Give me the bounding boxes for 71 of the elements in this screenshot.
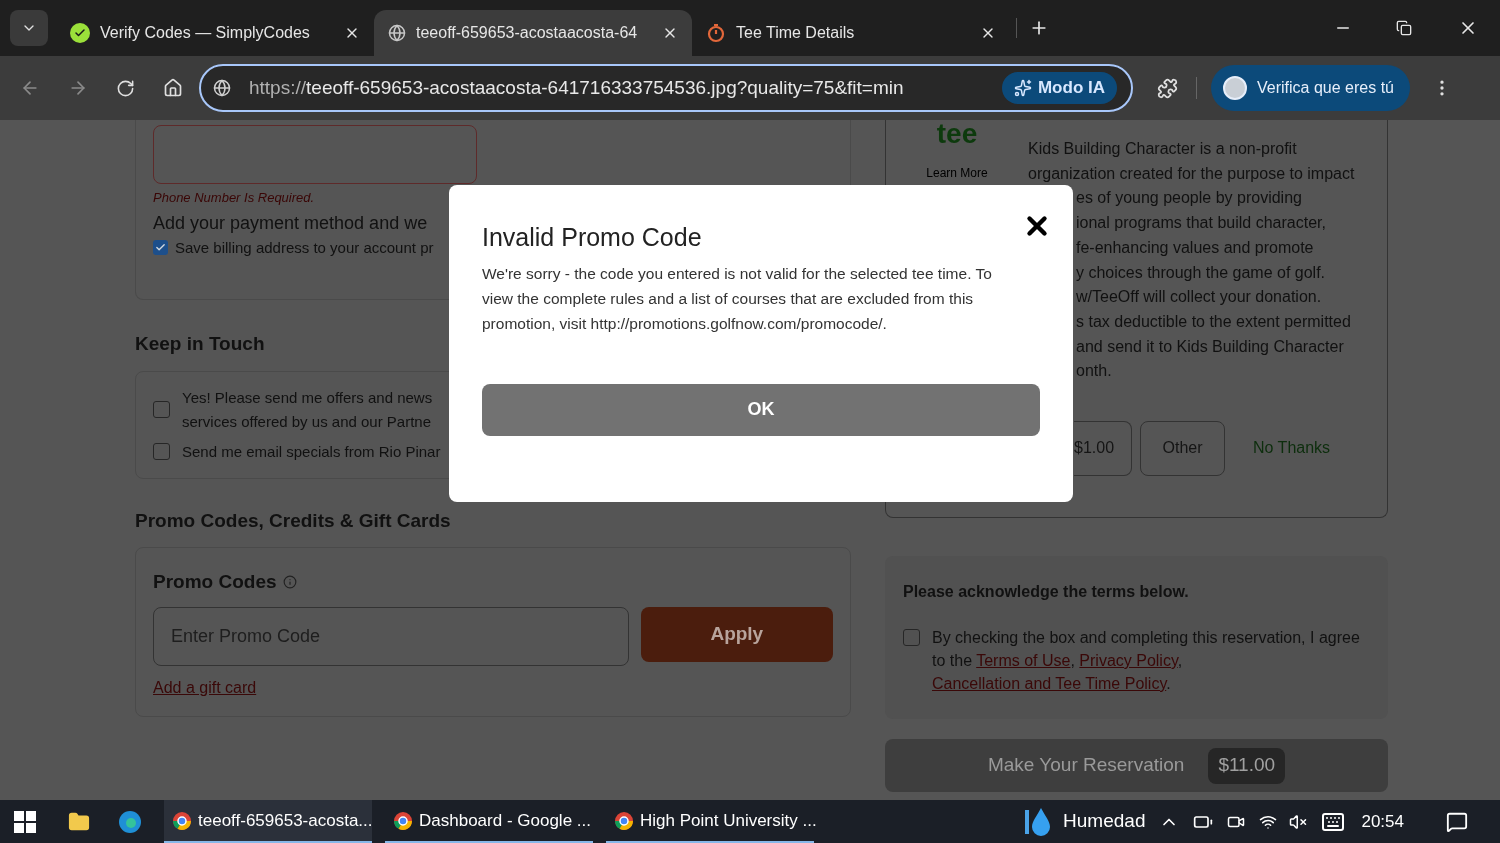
description-line: s tax deductible to the extent permitted — [1076, 311, 1351, 332]
description-line: Kids Building Character is a non-profit — [1028, 139, 1297, 159]
restore-icon[interactable] — [1396, 20, 1412, 36]
extensions-icon[interactable] — [1157, 77, 1178, 99]
browser-icon[interactable] — [118, 809, 142, 834]
site-info-icon[interactable] — [213, 79, 231, 97]
avatar-icon — [1223, 76, 1247, 100]
address-bar[interactable]: https://teeoff-659653-acostaacosta-641716333754536.jpg?quality=75&fit=min Modo IA — [199, 64, 1133, 112]
ok-button[interactable]: OK — [482, 383, 1040, 436]
terms-text: By checking the box and completing this reservation, I agree to the Terms of Use, Privacy Policy, Cancellation and Tee Time Policy. — [932, 628, 1361, 694]
description-line: organization created for the purpose to impact — [1028, 163, 1355, 184]
app-title: teeoff-659653-acosta... — [198, 809, 373, 832]
weather-label: Humedad — [1063, 809, 1146, 834]
browser-tab[interactable]: teeoff-659653-acostaacosta-64 — [374, 10, 692, 56]
sparkle-search-icon — [1013, 79, 1032, 97]
tab-title: Tee Time Details — [736, 23, 856, 43]
profile-button[interactable]: Verifica que eres tú — [1211, 65, 1410, 111]
checkbox[interactable] — [903, 629, 920, 646]
option-label: Send me email specials from Rio Pinar — [182, 441, 441, 462]
taskbar-app[interactable]: Dashboard - Google ... — [385, 800, 593, 843]
clock: 20:54 — [1361, 810, 1404, 833]
checkbox[interactable] — [153, 443, 170, 460]
payment-note: Add your payment method and we — [153, 211, 428, 235]
apply-button[interactable]: Apply — [640, 606, 833, 662]
dialog-message: We're sorry - the code you entered is not valid for the selected tee time. To view the complete rules and a list of courses that are excluded from this promotion, visit http://promotions.golfnow.com/promocode/. — [482, 263, 993, 334]
checkbox[interactable] — [153, 401, 170, 418]
section-title: Keep in Touch — [135, 332, 266, 356]
description-line: fe-enhancing values and promote — [1076, 237, 1314, 258]
description-line: w/TeeOff will collect your donation. — [1076, 287, 1322, 308]
muted-speaker-icon[interactable] — [1289, 812, 1308, 831]
reservation-button[interactable]: Make Your Reservation $11.00 — [885, 739, 1388, 792]
description-line: and send it to Kids Building Character — [1076, 336, 1344, 357]
chrome-icon — [172, 810, 192, 831]
description-line: es of young people by providing — [1076, 188, 1302, 209]
phone-field[interactable] — [153, 125, 477, 184]
folder-icon[interactable] — [68, 810, 90, 833]
price-badge: $11.00 — [1208, 747, 1286, 784]
option-label: Yes! Please send me offers and news services offered by us and our Partne — [182, 387, 433, 432]
chrome-icon — [393, 810, 413, 831]
reload-icon[interactable] — [116, 78, 135, 98]
start-icon[interactable] — [14, 810, 36, 833]
globe-icon — [388, 24, 406, 42]
app-title: Dashboard - Google ... — [419, 809, 591, 832]
description-line: y choices through the game of golf. — [1076, 262, 1326, 283]
humidity-icon[interactable] — [1025, 806, 1052, 837]
taskbar-app[interactable]: High Point University ... — [606, 800, 814, 843]
notifications-icon[interactable] — [1446, 810, 1468, 833]
browser-tab[interactable]: Verify Codes — SimplyCodes — [56, 10, 374, 56]
description-line: onth. — [1076, 361, 1112, 382]
app-title: High Point University ... — [640, 809, 817, 832]
error-text: Phone Number Is Required. — [153, 189, 316, 207]
stopwatch-icon — [706, 23, 726, 43]
checkbox[interactable] — [153, 240, 168, 256]
browser-tab[interactable]: Tee Time Details — [692, 10, 1010, 56]
field-label: Promo Codes — [153, 570, 277, 594]
tab-list-button[interactable] — [10, 10, 48, 46]
taskbar-app[interactable]: teeoff-659653-acosta... — [164, 800, 372, 843]
logo-text: tee — [936, 120, 978, 148]
tab-title: teeoff-659653-acostaacosta-64 — [416, 23, 639, 43]
tab-title: Verify Codes — SimplyCodes — [100, 23, 311, 43]
home-icon[interactable] — [163, 78, 183, 98]
checkbox-label: Save billing address to your account pr — [175, 237, 434, 258]
chrome-icon — [614, 810, 634, 831]
url-text: https://teeoff-659653-acostaacosta-641716333754536.jpg?quality=75&fit=min — [249, 75, 905, 100]
promo-code-field[interactable]: Enter Promo Code — [153, 606, 629, 666]
dialog-title: Invalid Promo Code — [482, 222, 702, 253]
ai-mode-button[interactable]: Modo IA — [1001, 72, 1117, 104]
description-line: ional programs that build character, — [1076, 213, 1326, 234]
terms-title: Please acknowledge the terms below. — [903, 582, 1190, 602]
section-title: Promo Codes, Credits & Gift Cards — [135, 508, 452, 533]
check-icon — [70, 23, 90, 43]
